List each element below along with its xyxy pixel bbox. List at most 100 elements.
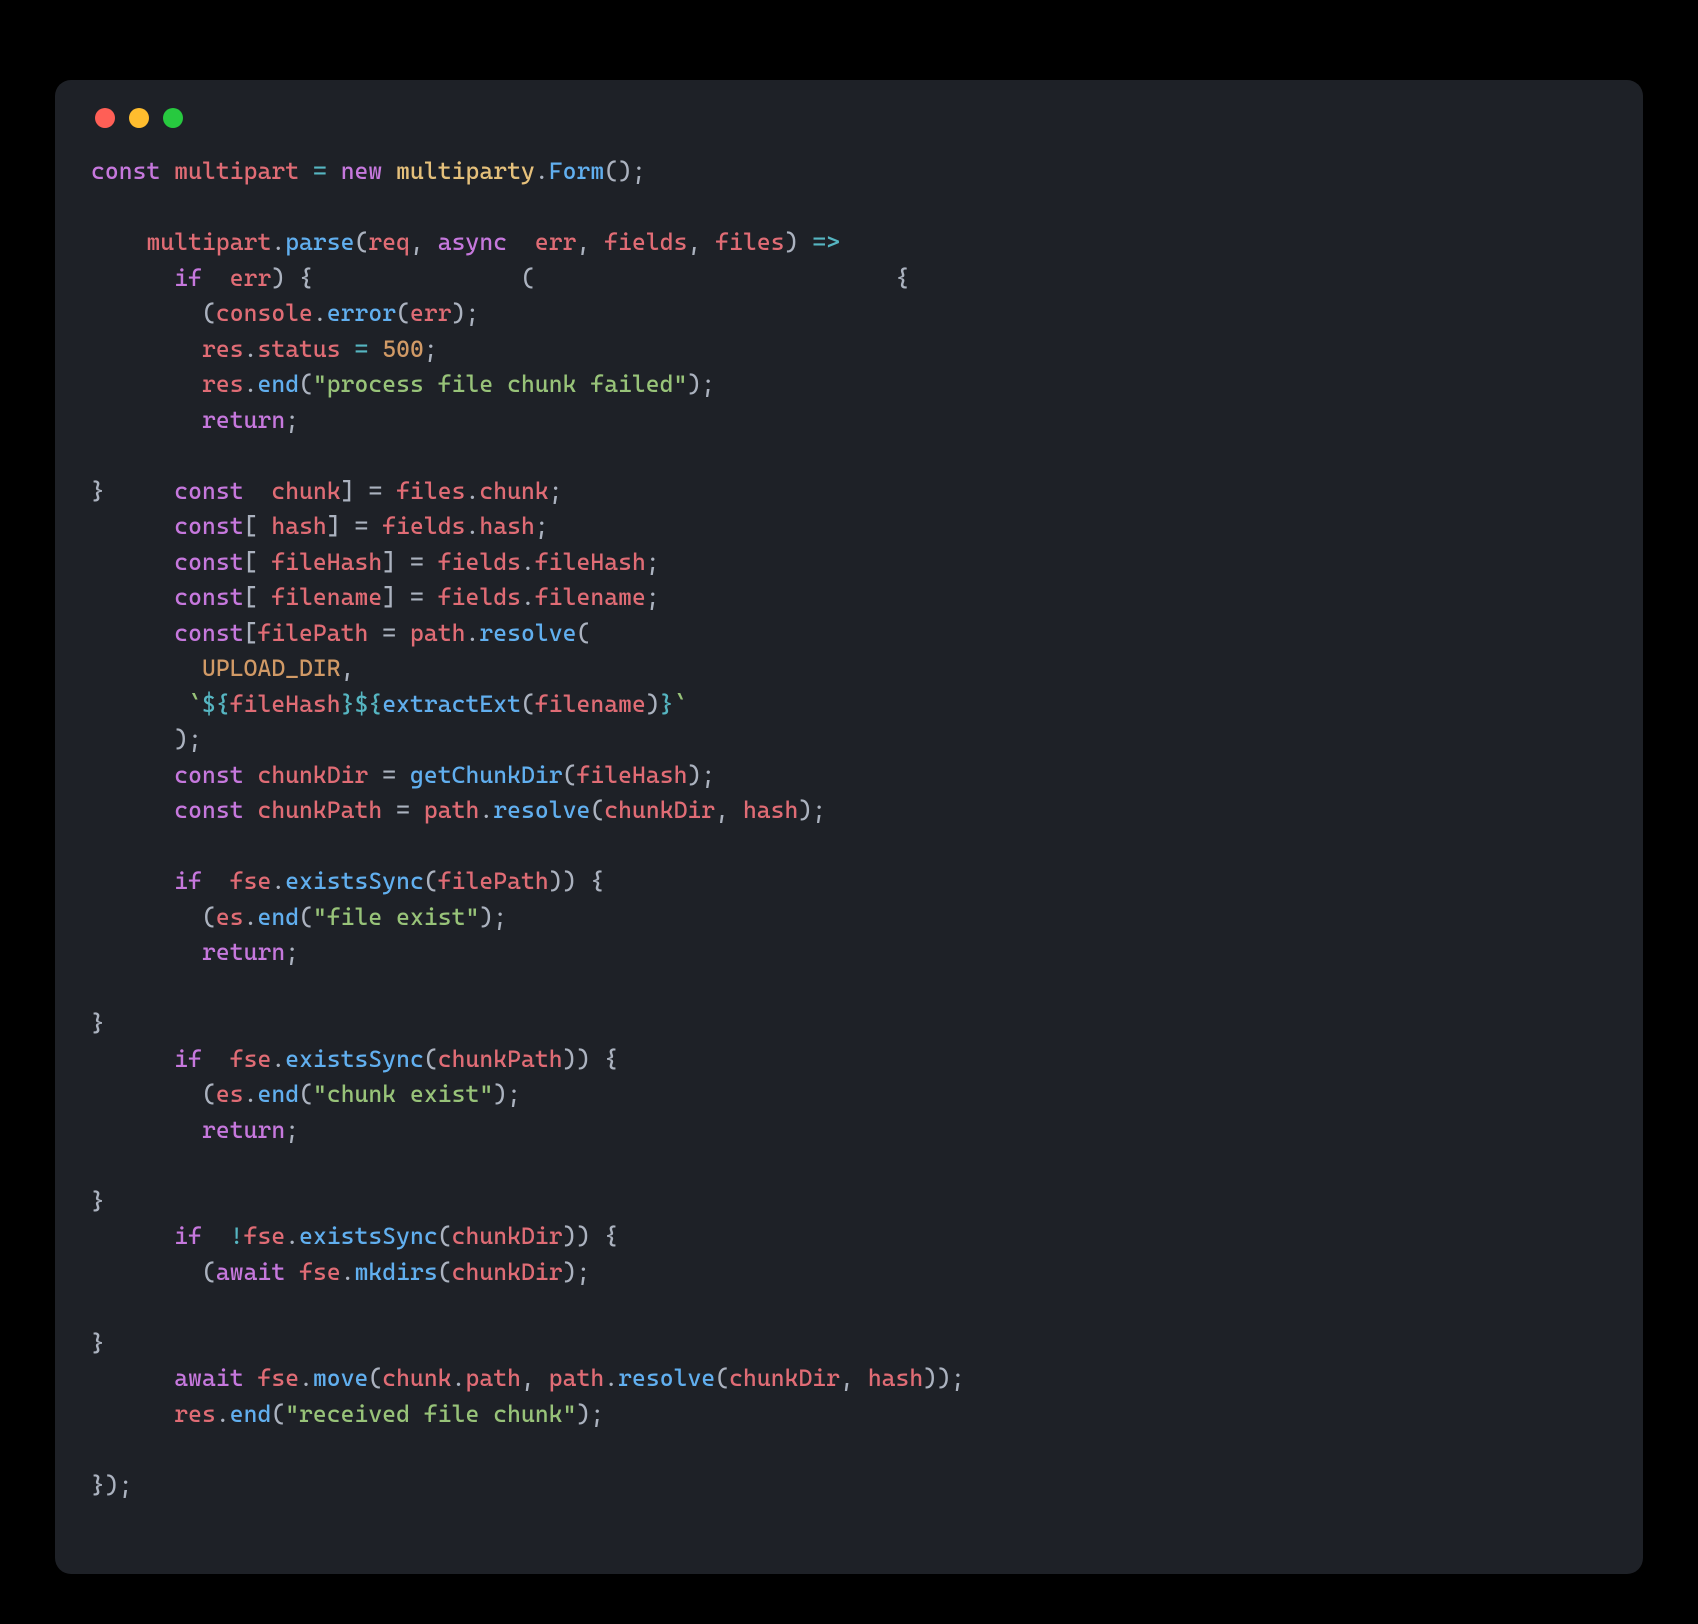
tok: const [174,796,243,824]
tok: fse [257,1364,299,1392]
tok: path [410,619,465,647]
tok: )) { [563,1045,618,1073]
tok: mkdirs [355,1258,438,1286]
tok: req [368,228,410,256]
tok: resolve [479,619,576,647]
tok: chunk [479,477,548,505]
tok: err [230,264,272,292]
tok: ` [188,690,202,718]
tok: multiparty [396,157,535,185]
tok: end [257,1080,299,1108]
tok: chunkDir [729,1364,840,1392]
tok: ] = [382,548,437,576]
tok: "process file chunk failed" [313,370,687,398]
tok: }); [91,1471,133,1499]
tok: = [368,619,410,647]
tok: } [91,1009,105,1037]
tok: resolve [493,796,590,824]
tok: ; [285,406,299,434]
minimize-icon[interactable] [129,108,149,128]
tok: fse [230,867,272,895]
tok: [ [244,583,272,611]
tok: { [895,264,909,292]
tok: fse [299,1258,341,1286]
tok: fse [230,1045,272,1073]
tok: multipart [174,157,299,185]
tok: fields [438,548,521,576]
tok: ); [479,903,507,931]
tok: = [313,157,327,185]
tok: ); [452,299,480,327]
tok: ] = [341,477,396,505]
tok: err [410,299,452,327]
code-window: const multipart = new multiparty.Form();… [55,80,1643,1574]
tok: chunkDir [452,1222,563,1250]
tok: ( [202,903,216,931]
tok: filePath [438,867,549,895]
tok: } [660,690,674,718]
close-icon[interactable] [95,108,115,128]
tok: fileHash [271,548,382,576]
tok: ); [493,1080,521,1108]
tok: chunkPath [257,796,382,824]
tok: ); [174,725,202,753]
tok: if [174,264,202,292]
tok: if [174,867,202,895]
tok: ); [798,796,826,824]
tok: hash [743,796,798,824]
tok: chunk [382,1364,451,1392]
tok: res [202,335,244,363]
tok: ; [285,938,299,966]
tok: parse [285,228,354,256]
tok: files [715,228,784,256]
tok: if [174,1045,202,1073]
tok: new [341,157,383,185]
tok: getChunkDir [410,761,563,789]
tok: "chunk exist" [313,1080,493,1108]
tok: extractExt [382,690,521,718]
tok: err [535,228,577,256]
tok: ! [230,1222,244,1250]
tok: res [174,1400,216,1428]
tok: "file exist" [313,903,479,931]
tok: Form [549,157,604,185]
tok: ); [563,1258,591,1286]
tok: const [174,583,243,611]
window-traffic-lights [91,108,1607,128]
tok: 500 [382,335,424,363]
tok: ); [576,1400,604,1428]
tok: )) { [549,867,604,895]
zoom-icon[interactable] [163,108,183,128]
tok: await [216,1258,285,1286]
tok: console [216,299,313,327]
tok: (); [604,157,646,185]
tok: files [396,477,465,505]
tok: hash [271,512,326,540]
tok: = [355,335,369,363]
tok: const [174,512,243,540]
tok: return [202,1116,285,1144]
tok: ( [202,1258,216,1286]
tok: ; [549,477,563,505]
tok: } [341,690,355,718]
tok: chunkDir [257,761,368,789]
tok: [ [244,512,272,540]
tok: ( [202,1080,216,1108]
tok: chunkPath [438,1045,563,1073]
tok: ] = [327,512,382,540]
tok: )); [923,1364,965,1392]
tok: ; [285,1116,299,1144]
tok: ); [687,370,715,398]
tok: } [91,477,105,505]
tok: , [341,654,355,682]
tok: await [174,1364,243,1392]
tok: ; [535,512,549,540]
tok: ` [674,690,688,718]
tok: ; [646,583,660,611]
tok: hash [868,1364,923,1392]
tok: resolve [618,1364,715,1392]
tok: [ [244,619,258,647]
tok: return [202,938,285,966]
tok: path [466,1364,521,1392]
tok: path [549,1364,604,1392]
